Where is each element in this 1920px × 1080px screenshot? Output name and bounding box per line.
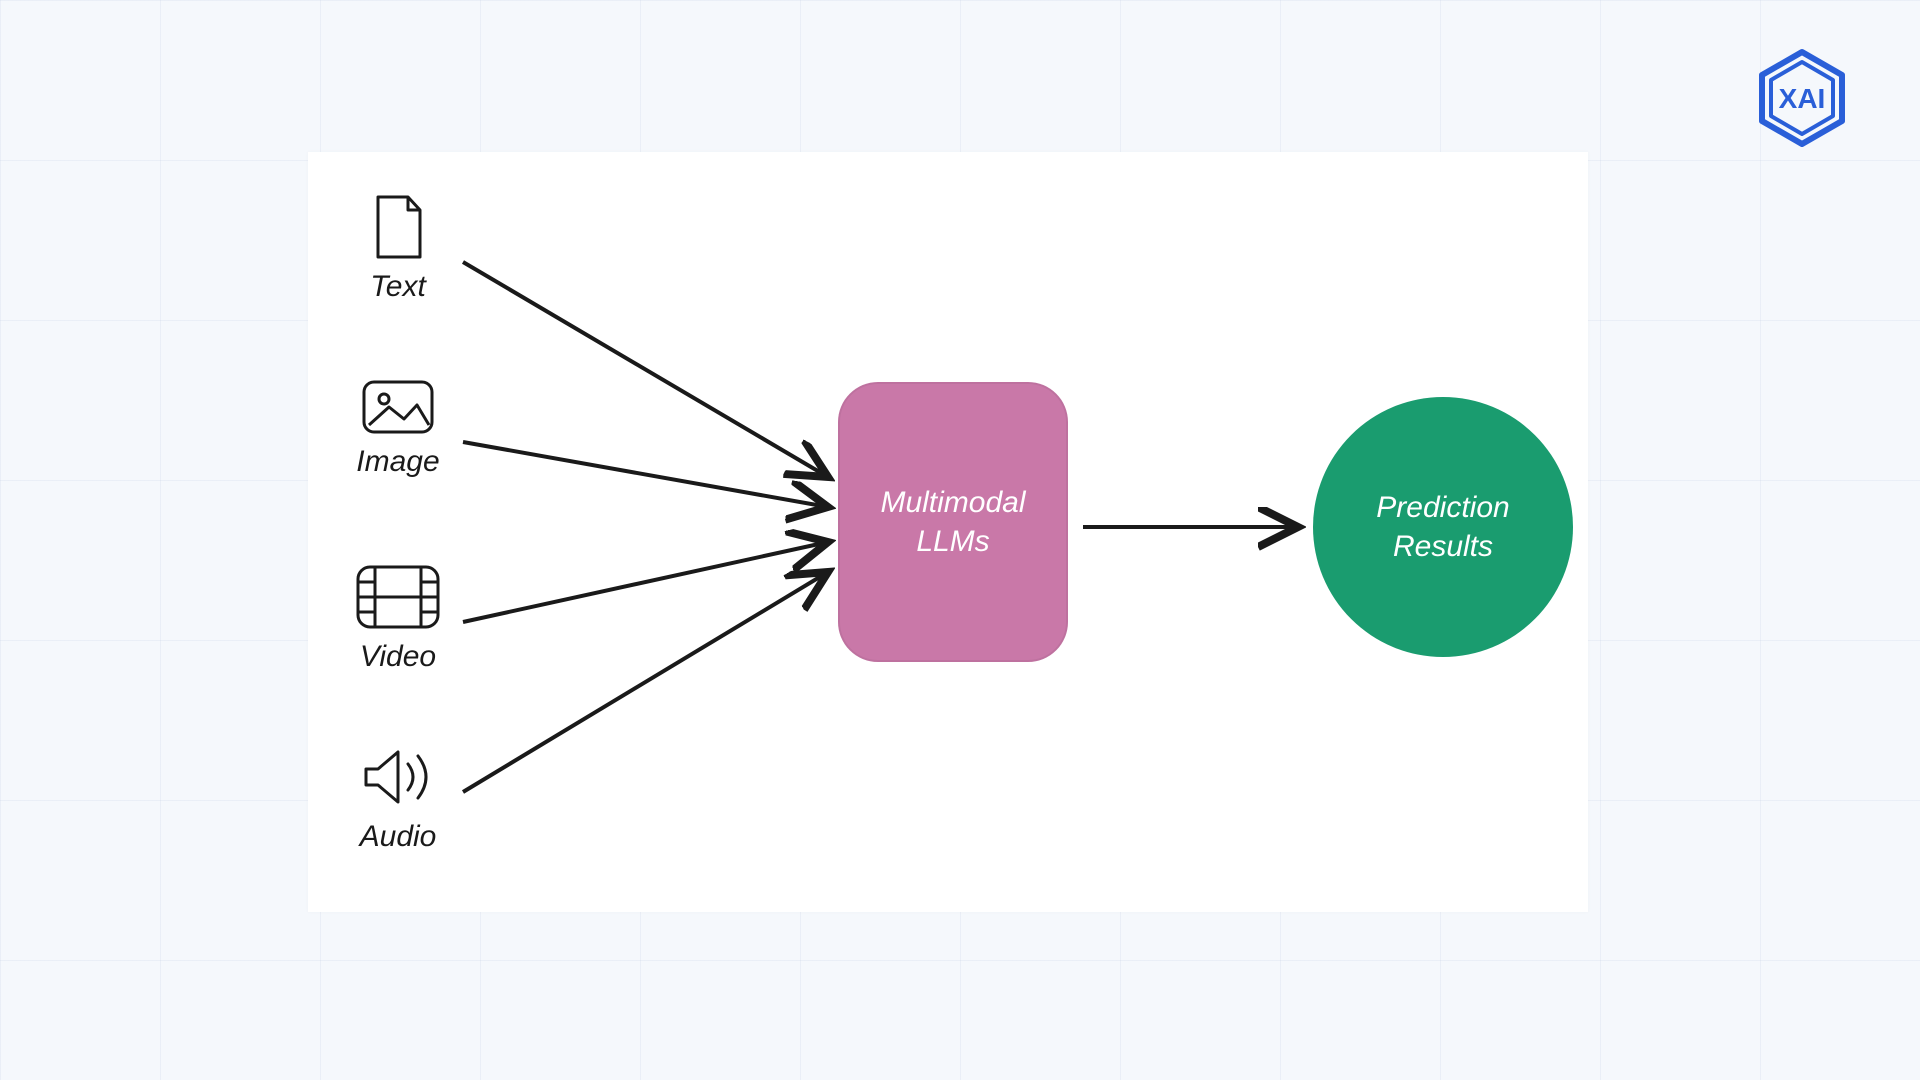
center-line1: Multimodal: [880, 486, 1025, 519]
image-icon: [359, 377, 437, 437]
document-icon: [368, 192, 428, 262]
xai-logo: XAI: [1752, 48, 1852, 148]
diagram-canvas: Text Image Video Audio: [308, 152, 1588, 912]
arrow-text-to-center: [463, 262, 828, 477]
prediction-results-circle: Prediction Results: [1313, 397, 1573, 657]
input-text: Text: [338, 192, 458, 304]
input-text-label: Text: [338, 270, 458, 304]
svg-text:XAI: XAI: [1779, 83, 1826, 114]
input-video-label: Video: [338, 640, 458, 674]
input-image-label: Image: [338, 445, 458, 479]
output-line2: Results: [1393, 530, 1493, 563]
audio-icon: [356, 742, 441, 812]
arrow-video-to-center: [463, 542, 828, 622]
input-audio-label: Audio: [338, 820, 458, 854]
input-video: Video: [338, 562, 458, 674]
input-audio: Audio: [338, 742, 458, 854]
center-line2: LLMs: [916, 525, 989, 558]
output-line1: Prediction: [1376, 491, 1509, 524]
multimodal-llms-box: Multimodal LLMs: [838, 382, 1068, 662]
arrow-audio-to-center: [463, 572, 828, 792]
video-icon: [353, 562, 443, 632]
input-image: Image: [338, 377, 458, 479]
arrow-image-to-center: [463, 442, 828, 507]
